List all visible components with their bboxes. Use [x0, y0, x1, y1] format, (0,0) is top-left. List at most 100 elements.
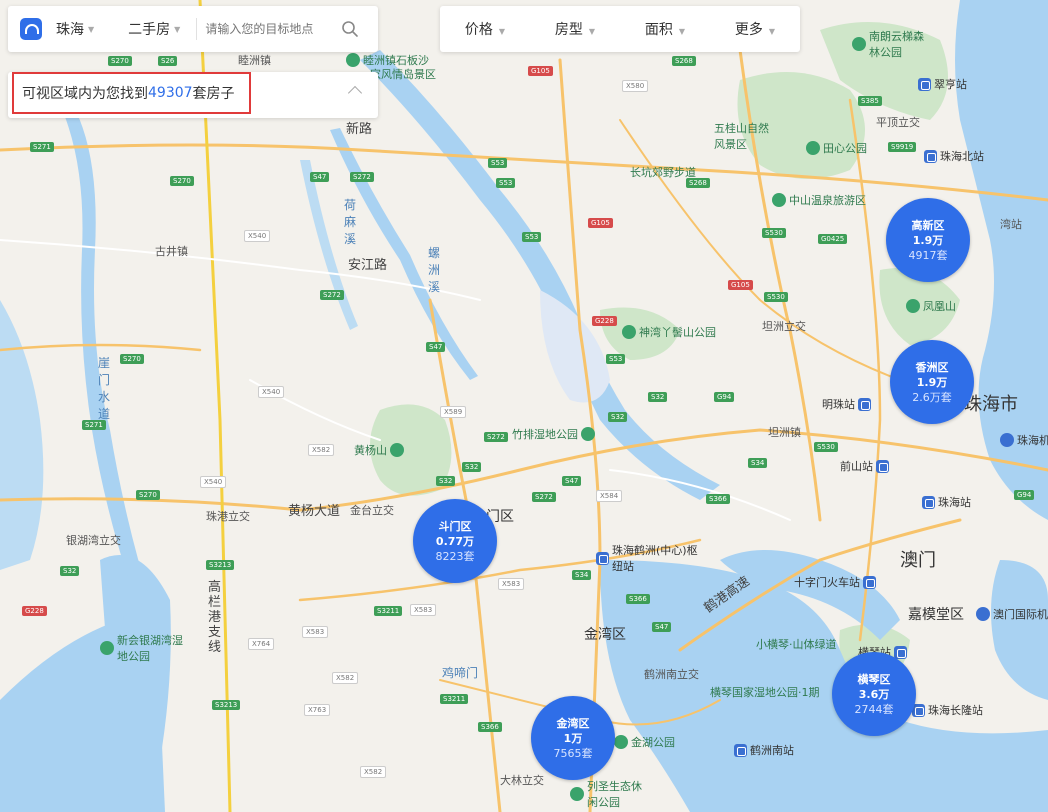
district-count: 4917套: [908, 248, 948, 262]
road-badge: X580: [622, 80, 649, 92]
city-selector[interactable]: 珠海: [56, 19, 84, 39]
road-badge: S32: [608, 412, 628, 422]
filter-layout[interactable]: 房型 ▼: [530, 19, 620, 39]
station-hezhounan[interactable]: 鹤洲南站: [734, 742, 794, 758]
station-icon: [863, 575, 876, 589]
station-shizimen[interactable]: 十字门火车站: [794, 574, 876, 590]
station-icon: [596, 551, 609, 565]
road-badge: X764: [248, 638, 275, 650]
road-badge: G105: [728, 280, 753, 290]
road-badge: G105: [528, 66, 553, 76]
road-badge: X583: [302, 626, 329, 638]
park-zhongshan[interactable]: 中山温泉旅游区: [772, 192, 866, 208]
house-type-selector[interactable]: 二手房: [128, 19, 170, 39]
filter-price[interactable]: 价格 ▼: [440, 19, 530, 39]
airport-zhuhai[interactable]: 珠海机: [1000, 432, 1048, 448]
road-badge: S385: [858, 96, 882, 106]
station-zhuhaibei[interactable]: 珠海北站: [924, 148, 984, 164]
road-badge: S366: [626, 594, 650, 604]
station-zhuhai[interactable]: 珠海站: [922, 494, 971, 510]
road-badge: S32: [436, 476, 456, 486]
park-label: 长坑郊野步道: [630, 166, 696, 179]
road-label: 黄杨大道: [288, 504, 341, 519]
search-icon[interactable]: [341, 20, 359, 38]
park-label: 小横琴·山体绿道: [756, 638, 837, 651]
airport-macau[interactable]: 澳门国际机: [976, 606, 1048, 622]
station-qianshan[interactable]: 前山站: [840, 458, 889, 474]
station-hezhou-hub[interactable]: 珠海鹤洲(中心)枢纽站: [596, 542, 706, 574]
road-badge: G228: [22, 606, 47, 616]
road-badge: S530: [764, 292, 788, 302]
park-nanlang[interactable]: 南朗云梯森林公园: [852, 28, 932, 60]
water-label: 荷麻溪: [344, 198, 357, 246]
district-bubble-hengqin[interactable]: 横琴区 3.6万 2744套: [832, 652, 916, 736]
divider: [196, 18, 198, 40]
park-icon: [906, 299, 920, 313]
district-price: 3.6万: [858, 687, 890, 701]
road-badge: X582: [308, 444, 335, 456]
park-fenghuang[interactable]: 凤凰山: [906, 298, 956, 314]
airplane-icon: [1000, 433, 1014, 447]
place-label: 古井镇: [155, 245, 188, 258]
station-cuiheng[interactable]: 翠亨站: [918, 76, 967, 92]
road-badge: S53: [496, 178, 516, 188]
park-jinhu[interactable]: 金湖公园: [614, 734, 675, 750]
district-bubble-jinwan[interactable]: 金湾区 1万 7565套: [531, 696, 615, 780]
app-logo[interactable]: [20, 18, 42, 40]
road-badge: S32: [648, 392, 668, 402]
district-label: 嘉模堂区: [908, 607, 964, 623]
park-shenwan[interactable]: 神湾丫髻山公园: [622, 324, 716, 340]
station-changlong[interactable]: 珠海长隆站: [912, 702, 983, 718]
park-xinhui[interactable]: 新会银湖湾湿地公园: [100, 632, 190, 664]
caret-down-icon: ▼: [588, 27, 596, 36]
road-badge: S3211: [440, 694, 469, 704]
road-badge: S47: [652, 622, 672, 632]
road-badge: S366: [706, 494, 730, 504]
road-badge: S270: [120, 354, 144, 364]
road-badge: S272: [350, 172, 374, 182]
park-icon: [100, 641, 114, 655]
road-badge: S53: [522, 232, 542, 242]
search-input[interactable]: [205, 22, 326, 36]
interchange-label: 金台立交: [350, 504, 394, 517]
filter-more[interactable]: 更多 ▼: [710, 19, 800, 39]
road-badge: X540: [244, 230, 271, 242]
caret-down-icon[interactable]: ▼: [174, 25, 180, 34]
park-tianxin[interactable]: 田心公园: [806, 140, 867, 156]
park-zhupai[interactable]: 竹排湿地公园: [512, 426, 598, 442]
district-bubble-doumen[interactable]: 斗门区 0.77万 8223套: [413, 499, 497, 583]
district-bubble-gaoxin[interactable]: 高新区 1.9万 4917套: [886, 198, 970, 282]
interchange-label: 平顶立交: [876, 116, 920, 129]
park-label: 横琴国家湿地公园·1期: [710, 686, 820, 699]
water-label: 崖门水道: [98, 356, 111, 421]
park-liesheng[interactable]: 列圣生态休闲公园: [570, 778, 650, 810]
park-huangyangshan[interactable]: 黄杨山: [354, 442, 407, 458]
road-badge: S272: [320, 290, 344, 300]
park-icon: [390, 443, 404, 457]
chevron-up-icon[interactable]: [347, 85, 363, 101]
caret-down-icon: ▼: [498, 27, 506, 36]
interchange-label: 珠港立交: [206, 510, 250, 523]
road-badge: S3213: [206, 560, 235, 570]
district-bubble-xiangzhou[interactable]: 香洲区 1.9万 2.6万套: [890, 340, 974, 424]
road-label: 新路: [346, 122, 373, 137]
park-icon: [570, 787, 584, 801]
station-icon: [894, 645, 907, 659]
road-badge: S34: [748, 458, 768, 468]
road-badge: S9919: [888, 142, 917, 152]
station-mingzhu[interactable]: 明珠站: [822, 396, 871, 412]
park-icon: [622, 325, 636, 339]
road-badge: S32: [60, 566, 80, 576]
result-summary: 可视区域内为您找到 49307 套房子: [12, 72, 251, 114]
road-badge: S47: [562, 476, 582, 486]
water-label: 螺洲溪: [428, 246, 441, 294]
park-icon: [346, 53, 360, 67]
district-label: 金湾区: [584, 627, 626, 643]
filter-area[interactable]: 面积 ▼: [620, 19, 710, 39]
caret-down-icon[interactable]: ▼: [88, 25, 94, 34]
road-badge: S366: [478, 722, 502, 732]
city-label: 澳门: [900, 550, 936, 571]
road-badge: S47: [426, 342, 446, 352]
road-badge: X583: [410, 604, 437, 616]
road-badge: S530: [762, 228, 786, 238]
